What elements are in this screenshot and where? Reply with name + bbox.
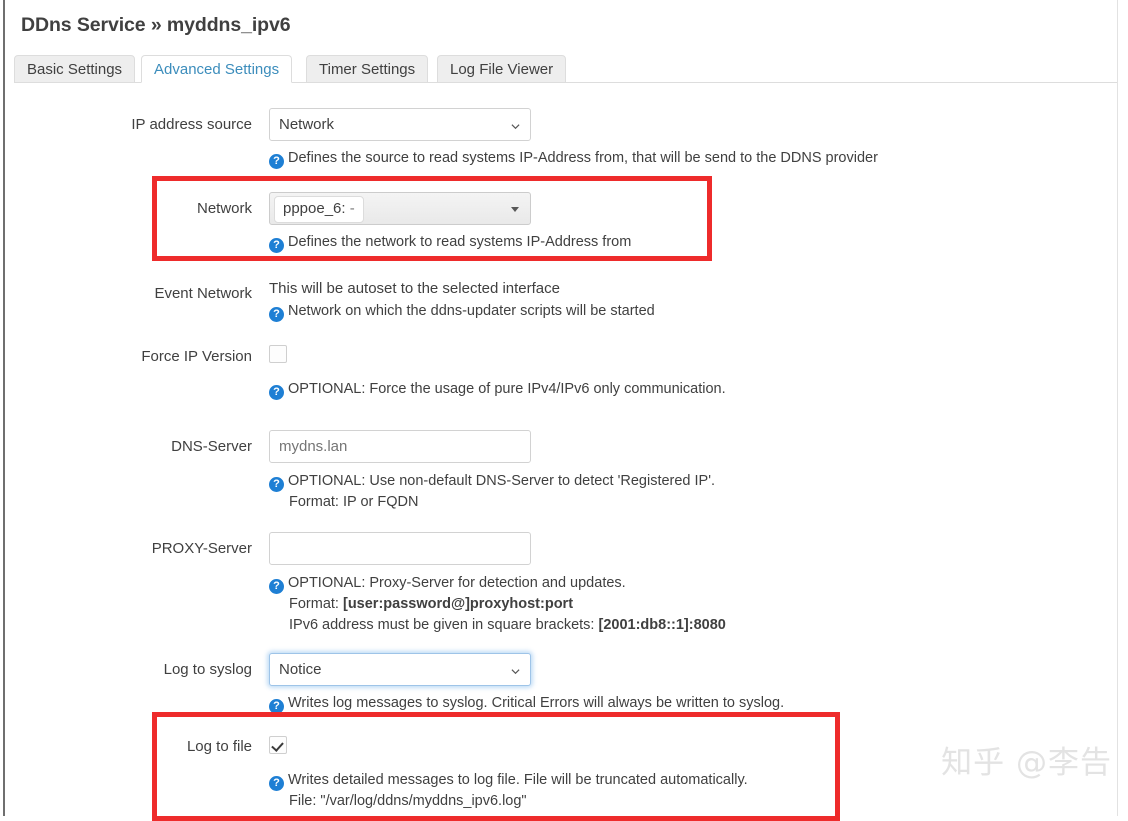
proxy-server-input[interactable] bbox=[269, 532, 531, 565]
tab-log-file-viewer[interactable]: Log File Viewer bbox=[437, 55, 567, 83]
help-force-ip-version: ? OPTIONAL: Force the usage of pure IPv4/… bbox=[269, 379, 726, 400]
tab-advanced-settings[interactable]: Advanced Settings bbox=[141, 55, 293, 83]
label-event-network: Event Network bbox=[154, 285, 252, 302]
network-select[interactable]: pppoe_6: - bbox=[269, 192, 531, 225]
help-icon: ? bbox=[269, 776, 284, 791]
help-icon: ? bbox=[269, 238, 284, 253]
ip-address-source-value: Network bbox=[279, 116, 335, 133]
network-token-name: pppoe_6: bbox=[283, 200, 346, 217]
help-text-line2: Format: [user:password@]proxyhost:port bbox=[269, 594, 726, 615]
help-icon: ? bbox=[269, 154, 284, 169]
caret-down-icon bbox=[511, 207, 519, 212]
help-text: Writes log messages to syslog. Critical … bbox=[288, 695, 785, 711]
chevron-down-icon bbox=[511, 123, 520, 129]
watermark: 知乎 @李告 bbox=[941, 745, 1112, 781]
help-line3-prefix: IPv6 address must be given in square bra… bbox=[289, 617, 599, 633]
network-selected-token[interactable]: pppoe_6: - bbox=[274, 196, 364, 223]
log-to-file-checkbox[interactable] bbox=[269, 736, 287, 754]
help-line2-bold: [user:password@]proxyhost:port bbox=[342, 596, 574, 612]
help-proxy-server: ? OPTIONAL: Proxy-Server for detection an… bbox=[269, 573, 726, 636]
help-icon: ? bbox=[269, 579, 284, 594]
label-force-ip-version: Force IP Version bbox=[141, 348, 252, 365]
help-network: ? Defines the network to read systems IP-… bbox=[269, 232, 631, 253]
help-log-to-file: ? Writes detailed messages to log file. F… bbox=[269, 770, 748, 812]
help-text: Network on which the ddns-updater script… bbox=[288, 303, 655, 319]
tab-basic-settings[interactable]: Basic Settings bbox=[14, 55, 136, 83]
page-title: DDns Service » myddns_ipv6 bbox=[21, 14, 291, 36]
help-text: Writes detailed messages to log file. Fi… bbox=[288, 772, 748, 788]
help-text-line2: File: "/var/log/ddns/myddns_ipv6.log" bbox=[289, 793, 527, 809]
chevron-down-icon bbox=[511, 668, 520, 674]
help-event-network: ? Network on which the ddns-updater scrip… bbox=[269, 301, 655, 322]
help-text-line3: IPv6 address must be given in square bra… bbox=[269, 615, 726, 636]
help-text: Defines the network to read systems IP-A… bbox=[288, 234, 632, 250]
tab-timer-settings[interactable]: Timer Settings bbox=[306, 55, 429, 83]
help-icon: ? bbox=[269, 307, 284, 322]
event-network-value: This will be autoset to the selected int… bbox=[269, 280, 560, 297]
page-right-edge bbox=[1117, 0, 1118, 816]
label-log-to-file: Log to file bbox=[186, 738, 252, 755]
help-text: OPTIONAL: Force the usage of pure IPv4/I… bbox=[288, 381, 726, 397]
label-proxy-server: PROXY-Server bbox=[151, 540, 252, 557]
label-dns-server: DNS-Server bbox=[171, 438, 252, 455]
help-ip-address-source: ? Defines the source to read systems IP-A… bbox=[269, 148, 878, 169]
help-text: OPTIONAL: Proxy-Server for detection and… bbox=[288, 575, 626, 591]
dns-server-input[interactable] bbox=[269, 430, 531, 463]
help-text: Defines the source to read systems IP-Ad… bbox=[288, 150, 878, 166]
network-token-value: - bbox=[349, 200, 355, 217]
ip-address-source-select[interactable]: Network bbox=[269, 108, 531, 141]
log-to-syslog-value: Notice bbox=[279, 661, 322, 678]
help-icon: ? bbox=[269, 477, 284, 492]
help-text: OPTIONAL: Use non-default DNS-Server to … bbox=[288, 473, 716, 489]
help-log-to-syslog: ? Writes log messages to syslog. Critical… bbox=[269, 693, 784, 714]
help-line2-prefix: Format: bbox=[289, 596, 343, 612]
help-line3-bold: [2001:db8::1]:8080 bbox=[598, 617, 726, 633]
help-icon: ? bbox=[269, 385, 284, 400]
log-to-syslog-select[interactable]: Notice bbox=[269, 653, 531, 686]
help-icon: ? bbox=[269, 699, 284, 714]
help-text-line2: Format: IP or FQDN bbox=[289, 494, 419, 510]
tab-bar: Basic Settings Advanced Settings Timer S… bbox=[14, 55, 1117, 83]
force-ip-version-checkbox[interactable] bbox=[269, 345, 287, 363]
label-network: Network bbox=[196, 200, 252, 217]
label-ip-address-source: IP address source bbox=[131, 116, 252, 133]
label-log-to-syslog: Log to syslog bbox=[163, 661, 252, 678]
help-dns-server: ? OPTIONAL: Use non-default DNS-Server to… bbox=[269, 471, 715, 513]
